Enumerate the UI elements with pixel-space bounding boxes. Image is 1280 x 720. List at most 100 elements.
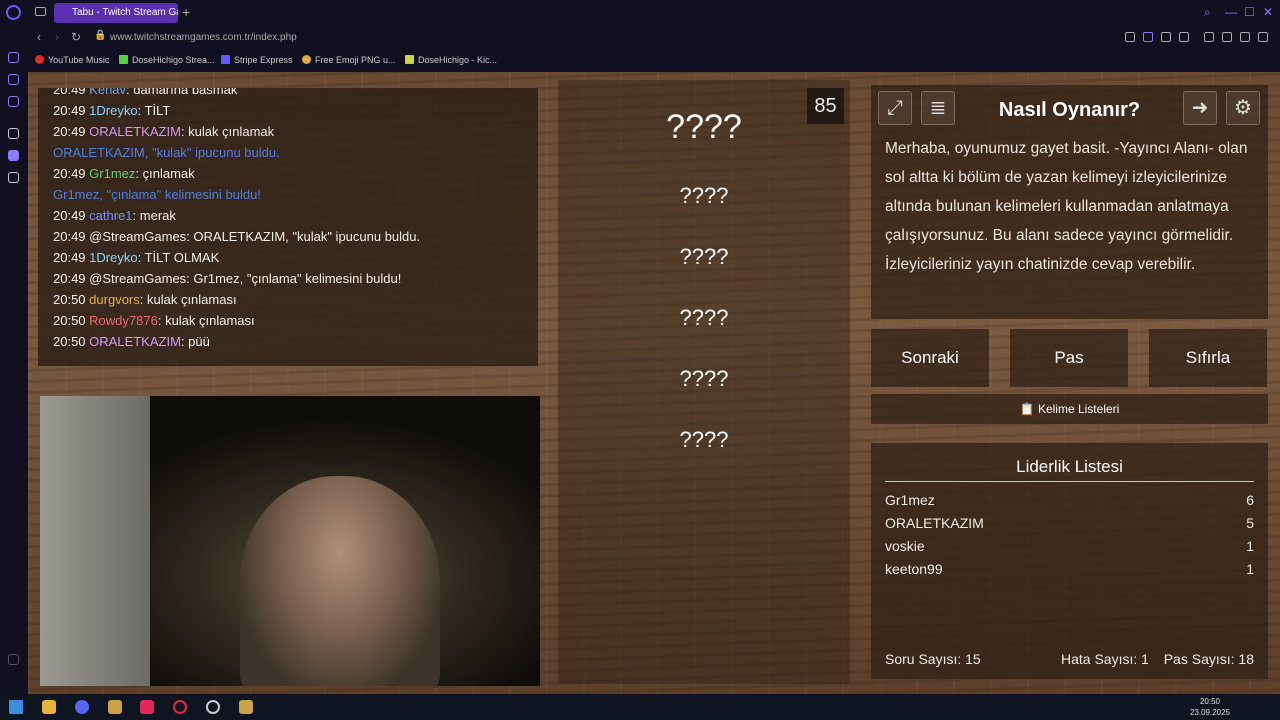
system-clock[interactable]: 20:50 23.09.2025 (1190, 696, 1230, 718)
chat-message: 20:49 Kenav: damarına basmak (53, 88, 237, 97)
snapshot-icon[interactable] (1125, 32, 1135, 42)
back-icon[interactable]: ‹ (37, 30, 41, 44)
discord-icon[interactable] (75, 700, 89, 714)
forward-icon[interactable]: › (55, 30, 59, 44)
gx-icon[interactable] (8, 654, 19, 665)
speedometer-icon[interactable] (206, 700, 220, 714)
chat-time: 20:49 (53, 208, 86, 223)
address-bar: ‹ › ↻ 🔒 www.twitchstreamgames.com.tr/ind… (0, 26, 1280, 50)
word-lists-button[interactable]: 📋 Kelime Listeleri (871, 394, 1268, 424)
messenger-icon[interactable] (8, 96, 19, 107)
settings-gear-icon[interactable]: ⚙ (1226, 91, 1260, 125)
search-icon[interactable]: ⌕ (1204, 5, 1211, 20)
chat-message: 20:49 @StreamGames: Gr1mez, "çınlama" ke… (53, 271, 402, 286)
file-explorer-icon[interactable] (42, 700, 56, 714)
game-page: 20:49 Kenav: damarına basmak 20:49 1Dreyk… (28, 72, 1280, 694)
menu-icon[interactable] (1258, 32, 1268, 42)
app-icon[interactable] (239, 700, 253, 714)
chat-time: 20:49 (53, 271, 86, 286)
reload-icon[interactable]: ↻ (71, 30, 81, 44)
bookmark-dosehichigo-stream[interactable]: DoseHichigo Strea... (119, 55, 215, 65)
chat-message: 20:50 durgvors: kulak çınlaması (53, 292, 237, 307)
chat-username[interactable]: 1Dreyko (89, 103, 137, 118)
webcam-wall (40, 396, 150, 686)
chat-text: kulak çınlaması (146, 292, 237, 307)
chat-username[interactable]: Kenav (89, 88, 126, 97)
browser-title-bar: Tabu - Twitch Stream Games + ⌕ — ☐ ✕ (0, 0, 1280, 26)
forbidden-word: ???? (679, 244, 729, 269)
chat-username[interactable]: @StreamGames (89, 271, 186, 286)
opera-gx-icon[interactable] (173, 700, 187, 714)
chat-time: 20:49 (53, 166, 86, 181)
maximize-icon[interactable]: ☐ (1244, 5, 1255, 19)
forbidden-word: ???? (679, 427, 729, 452)
chat-username[interactable]: Gr1mez (89, 166, 135, 181)
logout-icon[interactable]: ➜ (1183, 91, 1217, 125)
aria-icon[interactable] (8, 52, 19, 63)
chat-message: 20:50 Rowdy7876: kulak çınlaması (53, 313, 255, 328)
opera-logo-icon[interactable] (6, 5, 21, 20)
leaderboard-panel: Liderlik Listesi Gr1mez 6 ORALETKAZIM 5 vo… (871, 443, 1268, 679)
bookmarks-bar: YouTube Music DoseHichigo Strea... Strip… (0, 50, 1280, 72)
bookmark-stripe-express[interactable]: Stripe Express (221, 55, 293, 65)
media-player-icon[interactable] (140, 700, 154, 714)
kick-icon (405, 55, 414, 64)
webcam-feed (40, 396, 540, 686)
chat-time: 20:49 (53, 229, 86, 244)
chat-username[interactable]: ORALETKAZIM (89, 124, 181, 139)
chat-username[interactable]: Rowdy7876 (89, 313, 158, 328)
tab-title: Tabu - Twitch Stream Games (72, 7, 178, 18)
bookmark-free-emoji[interactable]: Free Emoji PNG u... (302, 55, 396, 65)
chat-username[interactable]: @StreamGames (89, 229, 186, 244)
chat-username[interactable]: cathre1 (89, 208, 132, 223)
windows-start-icon[interactable] (9, 700, 23, 714)
chatgpt-icon[interactable] (8, 128, 19, 139)
next-button[interactable]: Sonraki (871, 329, 989, 387)
play-icon[interactable] (1161, 32, 1171, 42)
x-icon[interactable] (8, 172, 19, 183)
bookmark-youtube-music[interactable]: YouTube Music (35, 55, 109, 65)
chat-time: 20:49 (53, 124, 86, 139)
bookmark-dosehichigo-kick[interactable]: DoseHichigo - Kic... (405, 55, 497, 65)
heart-icon[interactable] (1179, 32, 1189, 42)
extensions-icon[interactable] (1204, 32, 1214, 42)
chat-time: 20:50 (53, 313, 86, 328)
question-count: Soru Sayısı: 15 (885, 651, 981, 667)
chat-username[interactable]: ORALETKAZIM (89, 334, 181, 349)
forbidden-word: ???? (679, 183, 729, 208)
new-tab-icon[interactable]: + (182, 4, 190, 20)
browser-tab[interactable]: Tabu - Twitch Stream Games (54, 3, 178, 23)
reset-button[interactable]: Sıfırla (1149, 329, 1267, 387)
twitch-icon[interactable] (8, 150, 19, 161)
workspaces-icon[interactable] (8, 74, 19, 85)
clipboard-icon: 📋 (1019, 402, 1038, 416)
forbidden-word: ???? (679, 366, 729, 391)
chat-time: 20:50 (53, 292, 86, 307)
chat-username[interactable]: durgvors (89, 292, 140, 307)
chat-time: 20:49 (53, 88, 86, 97)
url-field[interactable]: www.twitchstreamgames.com.tr/index.php (110, 32, 297, 43)
chat-text: püü (188, 334, 210, 349)
close-icon[interactable]: ✕ (1263, 5, 1273, 19)
tab-islands-icon[interactable] (35, 7, 46, 16)
chat-text: TİLT (144, 103, 171, 118)
chat-message: 20:49 @StreamGames: ORALETKAZIM, "kulak"… (53, 229, 421, 244)
pass-button[interactable]: Pas (1010, 329, 1128, 387)
leaderboard-row: voskie 1 (885, 538, 1254, 554)
browser-sidebar (0, 26, 28, 694)
how-to-play-panel: ⤢ ≣ Nasıl Oynanır? ➜ ⚙ Merhaba, oyunumuz… (871, 85, 1268, 319)
shield-icon[interactable] (1143, 32, 1153, 42)
chat-text: damarına basmak (133, 88, 238, 97)
chat-username[interactable]: 1Dreyko (89, 250, 137, 265)
chat-text: çınlamak (142, 166, 195, 181)
chat-time: 20:49 (53, 250, 86, 265)
download-icon[interactable] (1240, 32, 1250, 42)
chat-text: merak (139, 208, 176, 223)
chat-text: TİLT OLMAK (144, 250, 220, 265)
profile-icon[interactable] (1222, 32, 1232, 42)
app-icon[interactable] (108, 700, 122, 714)
chat-message: 20:49 ORALETKAZIM: kulak çınlamak (53, 124, 275, 139)
chat-panel: 20:49 Kenav: damarına basmak 20:49 1Dreyk… (38, 88, 538, 366)
minimize-icon[interactable]: — (1225, 5, 1237, 19)
how-to-play-text: Merhaba, oyunumuz gayet basit. -Yayıncı … (885, 140, 1248, 273)
